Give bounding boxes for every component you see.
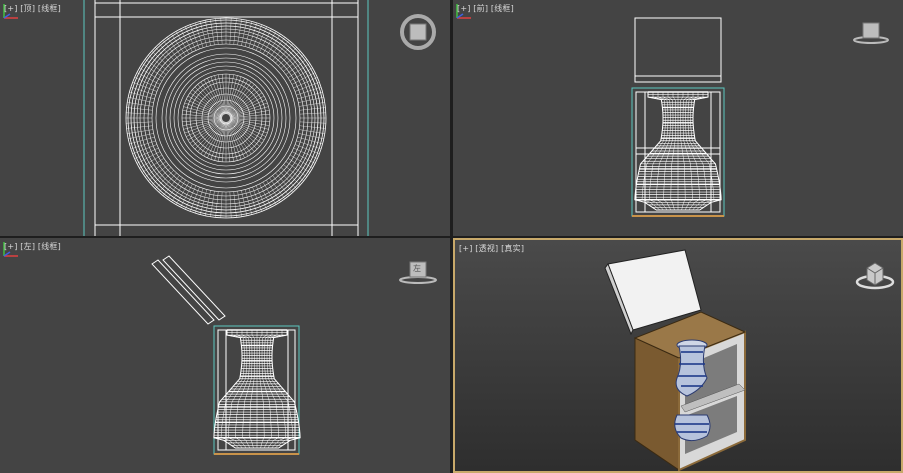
viewport-plus-menu[interactable]: [+] [4,242,18,251]
viewport-shading-menu[interactable]: [真实] [501,244,524,253]
viewport-plus-menu[interactable]: [+] [4,4,18,13]
viewport-plus-menu[interactable]: [+] [459,244,473,253]
viewport-left[interactable]: [+] [左] [线框] 左 [0,238,450,473]
viewport-label-top: [+] [顶] [线框] [4,3,61,14]
vase-front-wireframe [634,91,722,211]
front-scene [631,17,725,217]
viewcube-face-label: 左 [413,264,421,273]
viewport-shading-menu[interactable]: [线框] [38,4,61,13]
viewport-top[interactable]: [+] [顶] [线框] [0,0,450,236]
cabinet-side-panel [634,337,680,471]
vase-left-wireframe [213,329,301,449]
viewport-view-menu[interactable]: [透视] [475,244,498,253]
viewcube[interactable] [853,258,897,292]
viewport-view-menu[interactable]: [顶] [20,4,35,13]
viewport-perspective[interactable]: [+] [透视] [真实] [453,238,903,473]
top-scene [83,0,369,236]
viewport-front[interactable]: [+] [前] [线框] [453,0,903,236]
viewcube[interactable]: 左 [398,258,438,286]
viewport-view-menu[interactable]: [前] [473,4,488,13]
viewport-label-left: [+] [左] [线框] [4,241,61,252]
viewport-shading-menu[interactable]: [线框] [38,242,61,251]
viewport-grid: [+] [顶] [线框] [+] [前] [线框] [+] [左] [线框] 左… [0,0,903,473]
viewcube[interactable] [851,18,891,48]
left-scene [151,255,301,455]
viewport-label-perspective: [+] [透视] [真实] [459,243,524,254]
vase-top-wireframe [125,17,327,219]
viewport-plus-menu[interactable]: [+] [457,4,471,13]
viewport-view-menu[interactable]: [左] [20,242,35,251]
viewport-shading-menu[interactable]: [线框] [491,4,514,13]
viewcube[interactable] [398,12,438,52]
perspective-scene [604,249,747,471]
viewport-label-front: [+] [前] [线框] [457,3,514,14]
